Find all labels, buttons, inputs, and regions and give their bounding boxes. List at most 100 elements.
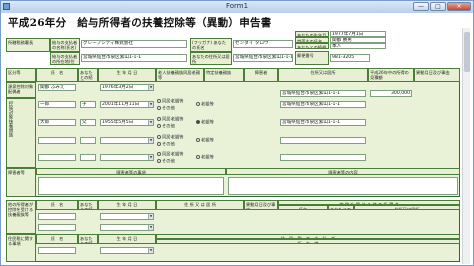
other-radio[interactable]: その他 [157, 159, 175, 165]
dependent-birth-input[interactable]: 2001年11月11日 ▼ [100, 101, 154, 108]
dependents-section: 控除対象扶養親族 [6, 98, 36, 168]
resident-birth-input[interactable]: ▼ [100, 247, 154, 254]
dependent-name-input[interactable]: 大郎 [38, 119, 76, 126]
radio-icon[interactable] [157, 135, 161, 139]
option-label: 同居老親等 [162, 152, 184, 158]
spouse-name-input[interactable]: 関都 ふみえ [38, 84, 76, 91]
lower2-col-name: 氏 名 [36, 234, 78, 244]
payer-addr-input[interactable]: 宮城県仙台市泉区紫山1-1-1 [81, 54, 187, 62]
col-address: 住所又は居所 [278, 68, 368, 82]
maximize-button[interactable]: □ [430, 2, 446, 11]
option-label: 同居老親等 [162, 135, 184, 141]
resident-tax-label: 住民税に関する事項 [6, 234, 36, 262]
title-bar: Form1 — □ ✕ [1, 1, 473, 13]
elder-radio[interactable]: 老親等 [196, 138, 214, 144]
dependent-address-input[interactable]: 宮城県仙台市泉区紫山1-1-1 [280, 101, 366, 108]
radio-icon[interactable] [157, 159, 161, 163]
spouse-income-input[interactable]: 300,000 [370, 90, 412, 97]
dependent-name-input[interactable]: 一郎 [38, 101, 76, 108]
vertical-scrollbar[interactable] [462, 28, 470, 264]
elder-radio[interactable]: 老親等 [196, 120, 214, 126]
close-button[interactable]: ✕ [447, 2, 471, 11]
resident-name-input[interactable] [38, 247, 76, 254]
chevron-down-icon[interactable]: ▼ [148, 155, 153, 160]
dependent-birth-input[interactable]: ▼ [100, 154, 154, 161]
postal-label: 郵便番号 [295, 51, 329, 65]
dependent-relation-input[interactable] [80, 137, 96, 144]
option-label: 老親等 [201, 102, 214, 108]
radio-icon[interactable] [196, 120, 200, 124]
elder-radio[interactable]: 老親等 [196, 155, 214, 161]
col-relation: あなたとの続柄 [78, 68, 98, 82]
chevron-down-icon[interactable]: ▼ [148, 138, 153, 143]
other-dependents-label: 他の所得者が控除を受ける扶養親族等 [6, 200, 36, 234]
option-label: その他 [162, 159, 175, 165]
chevron-down-icon[interactable]: ▼ [148, 225, 153, 230]
cohabit-radio[interactable]: 同居老親等 [157, 135, 183, 141]
office-label: 所轄税務署長 [6, 38, 50, 52]
cohabit-radio[interactable]: 同居老親等 [157, 152, 183, 158]
dependent-relation-input[interactable]: 父 [80, 119, 96, 126]
your-addr-input[interactable]: 宮城県仙台市泉区紫山1-1-1 [233, 54, 293, 62]
dependent-birth-value: 1955年5月5日 [102, 120, 134, 125]
dependents-label: 控除対象扶養親族 [8, 101, 13, 137]
furigana-input[interactable]: センダイ タロウ [233, 40, 293, 48]
dependent-row: ▼ 同居老親等 その他 老親等 [36, 151, 460, 168]
payer-addr-label: 給与の支払者の所在地(住所) [50, 52, 80, 65]
relation-input[interactable]: 本人 [330, 43, 386, 49]
dependent-relation-input[interactable] [80, 154, 96, 161]
dependent-row: 大郎 父 1955年5月5日 ▼ 同居老親等 その他 老親等 宮城県仙台市泉区紫山… [36, 116, 460, 134]
other-birth-input[interactable]: ▼ [100, 213, 154, 220]
lower-col-birth: 生 年 月 日 [98, 200, 156, 210]
handicap-items-input[interactable] [38, 177, 224, 195]
other-radio[interactable]: その他 [157, 124, 175, 130]
payer-name-input[interactable]: グレープシティ株式会社 [81, 40, 187, 48]
radio-icon[interactable] [157, 99, 161, 103]
option-label: その他 [162, 124, 175, 130]
chevron-down-icon[interactable]: ▼ [148, 102, 153, 107]
dependent-address-input[interactable] [280, 154, 366, 161]
minimize-button[interactable]: — [413, 2, 429, 11]
chevron-down-icon[interactable]: ▼ [148, 248, 153, 253]
other-radio[interactable]: その他 [157, 106, 175, 112]
relation-label: あなたとの続柄 [295, 43, 329, 49]
dependent-birth-input[interactable]: 1955年5月5日 ▼ [100, 119, 154, 126]
radio-icon[interactable] [196, 138, 200, 142]
option-label: 老親等 [201, 138, 214, 144]
dependent-name-input[interactable] [38, 154, 76, 161]
radio-icon[interactable] [157, 152, 161, 156]
lower-col-addr: 住 所 又 は 居 所 [156, 200, 244, 210]
lower-col-relation: あなたとの続柄 [78, 200, 98, 210]
dependent-row: 一郎 子 2001年11月11日 ▼ 同居老親等 その他 老親等 宮城県仙台市泉区… [36, 98, 460, 116]
your-addr-label: あなたの住所又は居所 [190, 52, 232, 65]
dependent-address-input[interactable] [280, 137, 366, 144]
handicap-col2: 障害者等の内容 [226, 168, 460, 175]
other-birth-input[interactable]: ▼ [100, 224, 154, 231]
other-radio[interactable]: その他 [157, 142, 175, 148]
other-name-input[interactable] [38, 213, 76, 220]
handicap-content-input[interactable] [228, 177, 458, 195]
radio-icon[interactable] [157, 117, 161, 121]
app-window: Form1 — □ ✕ 平成26年分 給与所得者の扶養控除等（異動）申告書 所轄… [0, 0, 474, 266]
col-special: 特定扶養親族 [204, 68, 244, 82]
chevron-down-icon[interactable]: ▼ [148, 120, 153, 125]
dependent-name-input[interactable] [38, 137, 76, 144]
radio-icon[interactable] [196, 155, 200, 159]
chevron-down-icon[interactable]: ▼ [148, 85, 153, 90]
radio-icon[interactable] [157, 142, 161, 146]
other-name-input[interactable] [38, 224, 76, 231]
postal-input[interactable]: 981-3205 [330, 54, 370, 62]
dependent-address-input[interactable]: 宮城県仙台市泉区紫山1-1-1 [280, 119, 366, 126]
spouse-address-input[interactable]: 宮城県仙台市泉区紫山1-1-1 [280, 90, 366, 97]
elder-radio[interactable]: 老親等 [196, 102, 214, 108]
scrollbar-thumb[interactable] [464, 32, 470, 72]
radio-icon[interactable] [157, 124, 161, 128]
cohabit-radio[interactable]: 同居老親等 [157, 117, 183, 123]
dependent-birth-input[interactable]: ▼ [100, 137, 154, 144]
spouse-birth-input[interactable]: 1976年3月2日 ▼ [100, 84, 154, 91]
chevron-down-icon[interactable]: ▼ [148, 214, 153, 219]
radio-icon[interactable] [196, 102, 200, 106]
radio-icon[interactable] [157, 106, 161, 110]
cohabit-radio[interactable]: 同居老親等 [157, 99, 183, 105]
dependent-relation-input[interactable]: 子 [80, 101, 96, 108]
